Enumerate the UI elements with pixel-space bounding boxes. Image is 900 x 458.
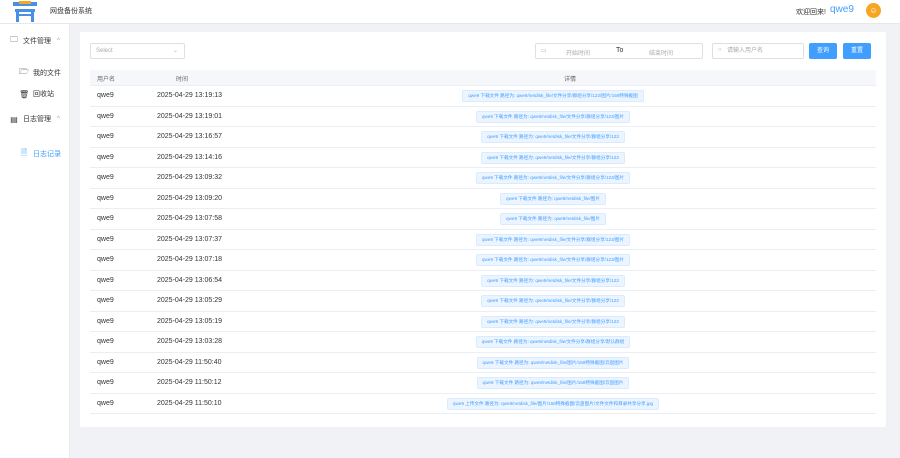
table-row: qwe9 2025-04-29 13:07:37 qwe9 下载文件 路径为: qw… <box>90 230 876 250</box>
table-row: qwe9 2025-04-29 13:19:13 qwe9 下载文件 路径为: qw… <box>90 86 876 107</box>
chevron-up-icon: ^ <box>57 116 60 122</box>
sidebar-item-my-files[interactable]: 🗁 我的文件 <box>19 66 61 80</box>
detail-tag: qwe9 下载文件 路径为: qwe9/netdisk_file/文件分享/群组… <box>481 151 625 164</box>
search-icon: ○ <box>718 47 722 53</box>
table-row: qwe9 2025-04-29 13:07:18 qwe9 下载文件 路径为: qw… <box>90 250 876 271</box>
detail-tag: qwe9 下载文件 路径为: qwe9/netdisk_file/文件分享/群组… <box>481 131 625 143</box>
detail-tag: qwe9 下载文件 路径为: qwe9/netdisk_file/图片/158特… <box>476 356 630 369</box>
query-button[interactable]: 查询 <box>809 43 837 59</box>
detail-tag: qwe9 下载文件 路径为: qwe9/netdisk_file/文件分享/群组… <box>481 274 625 287</box>
column-header-user: 用户名 <box>97 77 116 83</box>
table-row: qwe9 2025-04-29 13:06:54 qwe9 下载文件 路径为: qw… <box>90 271 876 291</box>
sidebar-item-label: 日志记录 <box>33 151 61 158</box>
sidebar-item-label: 日志管理 <box>23 116 51 123</box>
table-row: qwe9 2025-04-29 13:03:28 qwe9 下载文件 路径为: qw… <box>90 332 876 353</box>
avatar[interactable]: ☺ <box>866 3 881 18</box>
detail-tag: qwe9 下载文件 路径为: qwe9/netdisk_file/文件分享/群组… <box>462 90 644 102</box>
calendar-icon: ▭ <box>541 48 547 54</box>
column-header-detail: 详情 <box>564 77 577 83</box>
cell-detail: qwe9 下载文件 路径为: qwe9/netdisk_file/图片/158特… <box>90 356 876 369</box>
sidebar-item-label: 我的文件 <box>33 70 61 77</box>
sidebar-item-file-management[interactable]: 🗀 文件管理 ^ <box>9 34 60 48</box>
range-separator: To <box>616 47 624 54</box>
cell-detail: qwe9 下载文件 路径为: qwe9/netdisk_file/文件分享/群组… <box>90 110 876 123</box>
detail-tag: qwe9 下载文件 路径为: qwe9/netdisk_file/文件分享/群组… <box>475 254 631 266</box>
table-row: qwe9 2025-04-29 11:50:12 qwe9 下载文件 路径为: qw… <box>90 373 876 394</box>
cell-detail: qwe9 下载文件 路径为: qwe9/netdisk_file/图片/158特… <box>90 377 876 389</box>
reset-button[interactable]: 重置 <box>843 43 871 59</box>
sidebar-item-log-records[interactable]: 🗎 日志记录 <box>19 147 61 161</box>
cell-detail: qwe9 下载文件 路径为: qwe9/netdisk_file/图片 <box>90 213 876 225</box>
search-input[interactable] <box>727 46 801 56</box>
sidebar-item-label: 回收站 <box>33 91 54 98</box>
table-row: qwe9 2025-04-29 13:19:01 qwe9 下载文件 路径为: qw… <box>90 107 876 127</box>
logo-icon <box>13 1 37 22</box>
folder-icon: 🗀 <box>10 35 18 44</box>
detail-tag: qwe9 下载文件 路径为: qwe9/netdisk_file/图片 <box>500 213 606 225</box>
table-row: qwe9 2025-04-29 13:09:32 qwe9 下载文件 路径为: qw… <box>90 168 876 189</box>
table-row: qwe9 2025-04-29 11:50:10 qwe9 上传文件 路径为: qw… <box>90 394 876 414</box>
welcome-text: 欢迎回来! <box>796 9 826 16</box>
folder-open-icon: 🗁 <box>19 67 29 76</box>
cell-detail: qwe9 下载文件 路径为: qwe9/netdisk_file/图片 <box>90 192 876 205</box>
table-body: qwe9 2025-04-29 13:19:13 qwe9 下载文件 路径为: qw… <box>90 86 876 414</box>
sidebar-item-label: 文件管理 <box>23 38 51 45</box>
detail-tag: qwe9 下载文件 路径为: qwe9/netdisk_file/图片/158特… <box>476 377 630 389</box>
cell-detail: qwe9 下载文件 路径为: qwe9/netdisk_file/文件分享/群组… <box>90 233 876 246</box>
cell-detail: qwe9 下载文件 路径为: qwe9/netdisk_file/文件分享/群组… <box>90 336 876 348</box>
table-row: qwe9 2025-04-29 11:50:40 qwe9 下载文件 路径为: qw… <box>90 353 876 373</box>
detail-tag: qwe9 下载文件 路径为: qwe9/netdisk_file/文件分享/群组… <box>475 233 631 246</box>
top-header: 网盘备份系统 欢迎回来! qwe9 ☺ <box>0 0 900 24</box>
cell-detail: qwe9 下载文件 路径为: qwe9/netdisk_file/文件分享/群组… <box>90 131 876 143</box>
cell-detail: qwe9 下载文件 路径为: qwe9/netdisk_file/文件分享/群组… <box>90 254 876 266</box>
log-table: 用户名 时间 详情 qwe9 2025-04-29 13:19:13 qwe9 下载… <box>90 70 876 414</box>
username-link[interactable]: qwe9 <box>830 4 854 15</box>
document-icon: 🗎 <box>20 148 28 157</box>
chevron-down-icon: ⌄ <box>172 48 178 54</box>
cell-detail: qwe9 下载文件 路径为: qwe9/netdisk_file/文件分享/群组… <box>90 90 876 102</box>
detail-tag: qwe9 下载文件 路径为: qwe9/netdisk_file/文件分享/群组… <box>475 172 631 184</box>
cell-detail: qwe9 下载文件 路径为: qwe9/netdisk_file/文件分享/群组… <box>90 295 876 307</box>
end-time-input[interactable]: 结束时间 <box>649 48 673 57</box>
app-title: 网盘备份系统 <box>50 8 92 15</box>
cell-detail: qwe9 下载文件 路径为: qwe9/netdisk_file/文件分享/群组… <box>90 151 876 164</box>
detail-tag: qwe9 上传文件 路径为: qwe9/netdisk_file/图片/158特… <box>446 397 660 410</box>
detail-tag: qwe9 下载文件 路径为: qwe9/netdisk_file/文件分享/群组… <box>481 315 625 328</box>
sidebar: 🗀 文件管理 ^ 🗁 我的文件 🗑 回收站 ▤ 日志管理 ^ 🗎 日志记录 <box>0 24 70 458</box>
select-placeholder: Select <box>96 48 113 54</box>
table-header: 用户名 时间 详情 <box>90 70 876 86</box>
cell-detail: qwe9 下载文件 路径为: qwe9/netdisk_file/文件分享/群组… <box>90 315 876 328</box>
cell-detail: qwe9 下载文件 路径为: qwe9/netdisk_file/文件分享/群组… <box>90 172 876 184</box>
chevron-up-icon: ^ <box>57 38 60 44</box>
log-icon: ▤ <box>10 114 18 124</box>
table-row: qwe9 2025-04-29 13:16:57 qwe9 下载文件 路径为: qw… <box>90 127 876 148</box>
table-row: qwe9 2025-04-29 13:14:16 qwe9 下载文件 路径为: qw… <box>90 148 876 168</box>
table-row: qwe9 2025-04-29 13:07:58 qwe9 下载文件 路径为: qw… <box>90 209 876 230</box>
cell-detail: qwe9 下载文件 路径为: qwe9/netdisk_file/文件分享/群组… <box>90 274 876 287</box>
table-row: qwe9 2025-04-29 13:05:29 qwe9 下载文件 路径为: qw… <box>90 291 876 312</box>
detail-tag: qwe9 下载文件 路径为: qwe9/netdisk_file/文件分享/群组… <box>475 110 631 123</box>
table-row: qwe9 2025-04-29 13:05:19 qwe9 下载文件 路径为: qw… <box>90 312 876 332</box>
detail-tag: qwe9 下载文件 路径为: qwe9/netdisk_file/文件分享/群组… <box>481 295 625 307</box>
date-range-picker[interactable]: ▭ 开始时间 To 结束时间 <box>535 43 703 59</box>
sidebar-item-log-management[interactable]: ▤ 日志管理 ^ <box>9 114 60 124</box>
table-row: qwe9 2025-04-29 13:09:20 qwe9 下载文件 路径为: qw… <box>90 189 876 209</box>
sidebar-item-recycle-bin[interactable]: 🗑 回收站 <box>19 89 54 99</box>
column-header-time: 时间 <box>176 77 189 83</box>
trash-icon: 🗑 <box>19 89 30 99</box>
start-time-input[interactable]: 开始时间 <box>566 48 590 57</box>
type-select[interactable]: Select ⌄ <box>90 43 185 59</box>
log-card: Select ⌄ ▭ 开始时间 To 结束时间 ○ 查询 重置 用户名 时间 详… <box>80 32 886 427</box>
detail-tag: qwe9 下载文件 路径为: qwe9/netdisk_file/图片 <box>500 192 606 205</box>
cell-detail: qwe9 上传文件 路径为: qwe9/netdisk_file/图片/158特… <box>90 397 876 410</box>
username-search: ○ <box>712 43 804 59</box>
detail-tag: qwe9 下载文件 路径为: qwe9/netdisk_file/文件分享/群组… <box>475 336 631 348</box>
